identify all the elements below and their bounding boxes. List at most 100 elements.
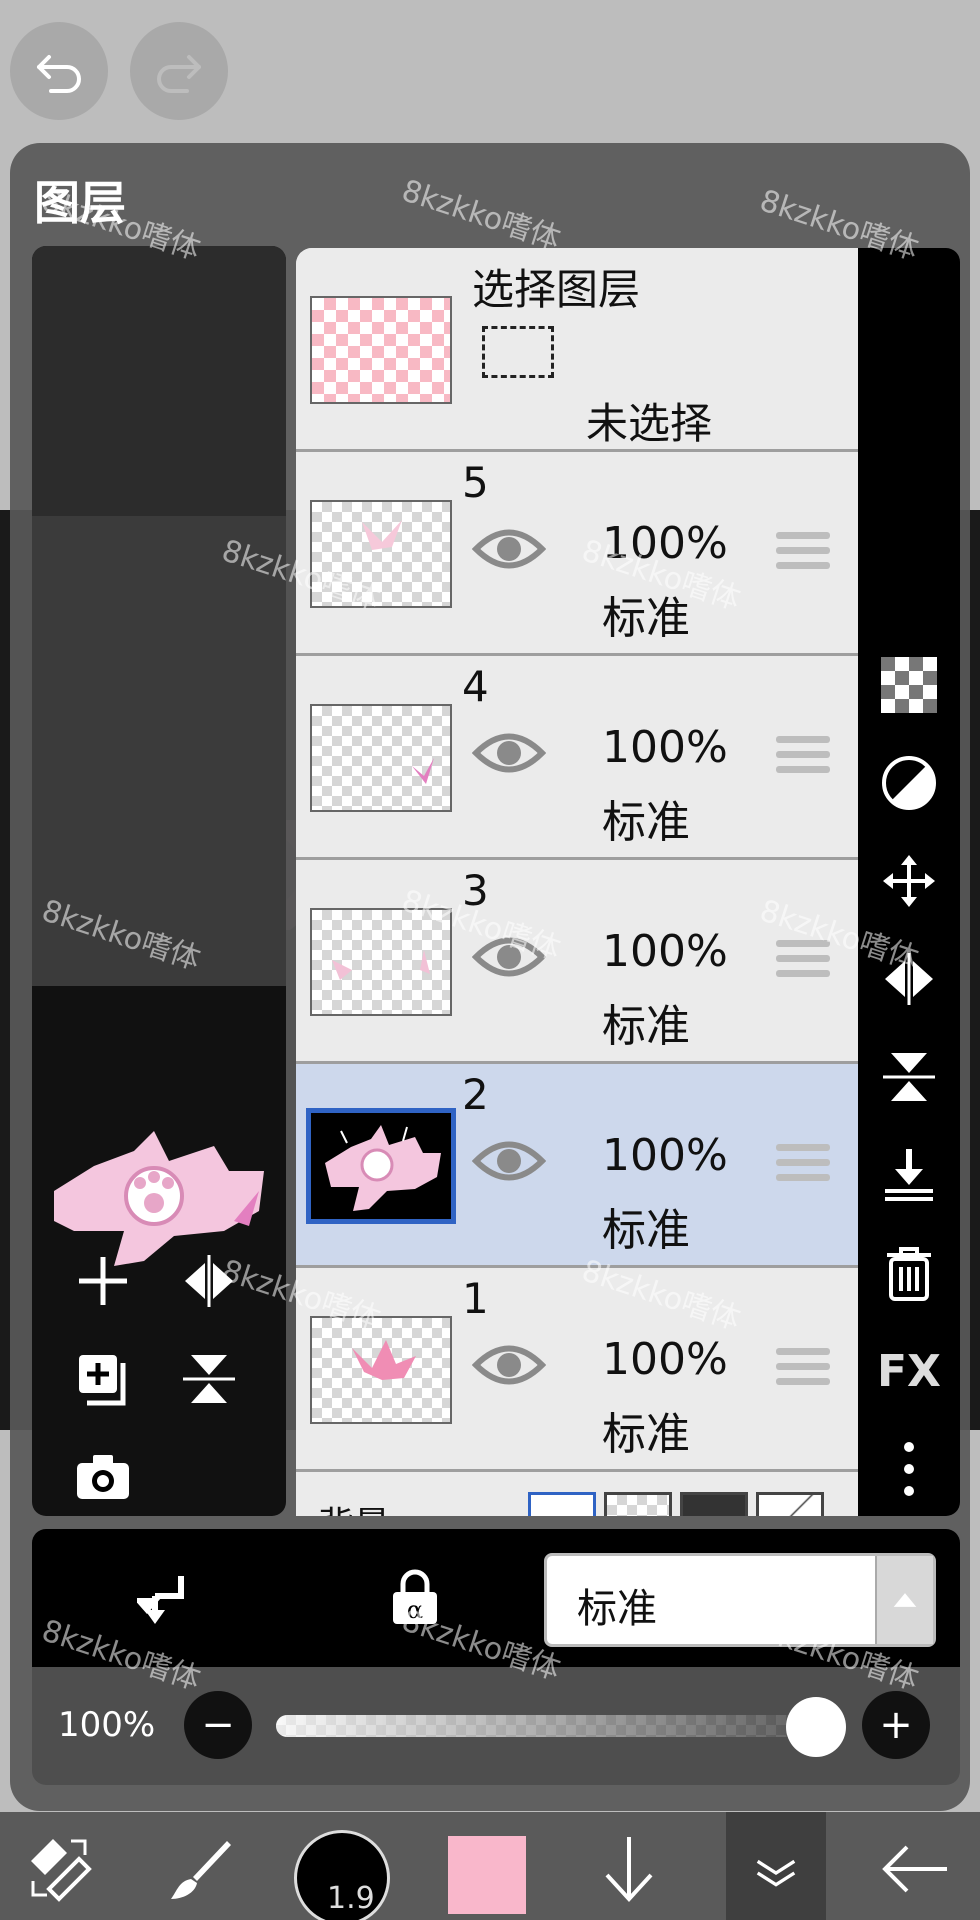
alpha-lock-button[interactable]: α <box>380 1563 450 1633</box>
duplicate-layer-button[interactable] <box>68 1344 138 1414</box>
layer-number: 5 <box>462 458 489 507</box>
layer-blend-mode: 标准 <box>602 593 690 644</box>
background-checker-option[interactable] <box>604 1492 672 1516</box>
layer-row-1[interactable]: 1 100% 标准 <box>296 1268 858 1472</box>
layer-tools-toolbar: FX <box>858 248 960 1516</box>
selection-layer-thumbnail <box>310 296 452 404</box>
undo-button[interactable] <box>10 22 108 120</box>
arrow-left-icon <box>882 1845 947 1893</box>
background-none-option[interactable] <box>756 1492 824 1516</box>
opacity-slider-handle[interactable] <box>786 1697 846 1757</box>
layer-thumbnail <box>310 1316 452 1424</box>
opacity-bar: 100% − + <box>32 1667 960 1785</box>
layer-list[interactable]: 选择图层 未选择 5 100% 标准 4 100% 标准 3 100% 标准 2… <box>296 248 858 1516</box>
visibility-eye-icon[interactable] <box>472 524 546 574</box>
move-arrows-icon <box>883 855 935 907</box>
layer-row-4[interactable]: 4 100% 标准 <box>296 656 858 860</box>
drag-handle-icon[interactable] <box>776 736 830 780</box>
drag-handle-icon[interactable] <box>776 532 830 576</box>
layer-row-5[interactable]: 5 100% 标准 <box>296 452 858 656</box>
flip-horizontal-icon <box>185 1255 233 1307</box>
delete-layer-button[interactable] <box>874 1238 944 1308</box>
collapse-menu-tab[interactable] <box>726 1812 826 1920</box>
clip-down-button[interactable] <box>132 1563 202 1633</box>
brush-size-indicator[interactable]: 1.9 <box>294 1830 390 1920</box>
double-chevron-down-icon <box>756 1859 796 1887</box>
brush-size-value: 1.9 <box>327 1881 375 1916</box>
layer-preview-column <box>32 246 286 1516</box>
redo-button[interactable] <box>130 22 228 120</box>
minus-icon: − <box>201 1702 235 1748</box>
layer-opacity: 100% <box>602 1130 728 1181</box>
layer-number: 3 <box>462 866 489 915</box>
visibility-eye-icon[interactable] <box>472 728 546 778</box>
alpha-lock-icon: α <box>393 1569 437 1624</box>
opacity-slider[interactable] <box>276 1715 836 1737</box>
layer-blend-mode: 标准 <box>602 1205 690 1256</box>
flip-horizontal-icon <box>885 953 933 1005</box>
drag-handle-icon[interactable] <box>776 1144 830 1188</box>
selection-layer-title: 选择图层 <box>472 265 641 314</box>
layer-thumbnail <box>310 704 452 812</box>
clipping-button[interactable] <box>874 748 944 818</box>
fx-button[interactable]: FX <box>874 1336 944 1406</box>
layer-down-button[interactable] <box>584 1824 674 1914</box>
panel-title: 图层 <box>34 176 126 230</box>
flip-vertical-icon <box>883 1053 935 1101</box>
back-button[interactable] <box>870 1824 960 1914</box>
camera-icon <box>77 1455 129 1499</box>
brush-tool-button[interactable] <box>156 1824 246 1914</box>
blend-mode-value: 标准 <box>577 1586 657 1632</box>
duplicate-icon <box>79 1355 126 1406</box>
layer-panel: 图层 选择图层 未选择 5 100% 标准 4 100% 标准 3 100% 标… <box>10 143 970 1811</box>
opacity-increase-button[interactable]: + <box>862 1691 930 1759</box>
background-layer-row[interactable]: 背景 <box>296 1472 858 1516</box>
more-vertical-icon <box>904 1442 914 1496</box>
layer-thumbnail <box>310 500 452 608</box>
merge-down-button[interactable] <box>874 1140 944 1210</box>
flip-vertical-button[interactable] <box>174 1344 244 1414</box>
merge-down-icon <box>885 1149 933 1201</box>
transparency-lock-button[interactable] <box>874 650 944 720</box>
layer-number: 4 <box>462 662 489 711</box>
more-options-button[interactable] <box>874 1434 944 1504</box>
visibility-eye-icon[interactable] <box>472 1340 546 1390</box>
add-layer-button[interactable] <box>68 1246 138 1316</box>
layer-opacity: 100% <box>602 722 728 773</box>
move-layer-button[interactable] <box>874 846 944 916</box>
color-swatch[interactable] <box>448 1836 526 1914</box>
camera-button[interactable] <box>68 1442 138 1512</box>
bottom-toolbar: 1.9 <box>0 1812 980 1920</box>
tool-switch-button[interactable] <box>16 1824 106 1914</box>
undo-icon <box>37 55 81 93</box>
drag-handle-icon[interactable] <box>776 940 830 984</box>
flip-layer-horizontal-button[interactable] <box>874 944 944 1014</box>
visibility-eye-icon[interactable] <box>472 1136 546 1186</box>
layer-blend-mode: 标准 <box>602 1409 690 1460</box>
layer-number: 1 <box>462 1274 489 1323</box>
background-white-option[interactable] <box>528 1492 596 1516</box>
selection-status: 未选择 <box>586 399 713 448</box>
selection-layer[interactable]: 选择图层 未选择 <box>296 248 858 452</box>
blend-mode-select[interactable]: 标准 <box>544 1553 936 1647</box>
trash-icon <box>887 1247 931 1301</box>
redo-icon <box>157 55 201 93</box>
dropdown-up-icon <box>875 1556 933 1644</box>
background-layer-label: 背景 <box>318 1496 390 1516</box>
brush-icon <box>171 1841 231 1899</box>
flip-vertical-icon <box>183 1355 235 1403</box>
layer-opacity: 100% <box>602 926 728 977</box>
visibility-eye-icon[interactable] <box>472 932 546 982</box>
drag-handle-icon[interactable] <box>776 1348 830 1392</box>
layer-row-3[interactable]: 3 100% 标准 <box>296 860 858 1064</box>
layer-row-2[interactable]: 2 100% 标准 <box>296 1064 858 1268</box>
blend-mode-bar: α 标准 <box>32 1529 960 1667</box>
flip-layer-vertical-button[interactable] <box>874 1042 944 1112</box>
layer-number: 2 <box>462 1070 489 1119</box>
opacity-decrease-button[interactable]: − <box>184 1691 252 1759</box>
layer-opacity: 100% <box>602 518 728 569</box>
preview-canvas <box>32 516 286 986</box>
layer-thumbnail <box>306 1108 456 1224</box>
background-dark-option[interactable] <box>680 1492 748 1516</box>
flip-horizontal-button[interactable] <box>174 1246 244 1316</box>
